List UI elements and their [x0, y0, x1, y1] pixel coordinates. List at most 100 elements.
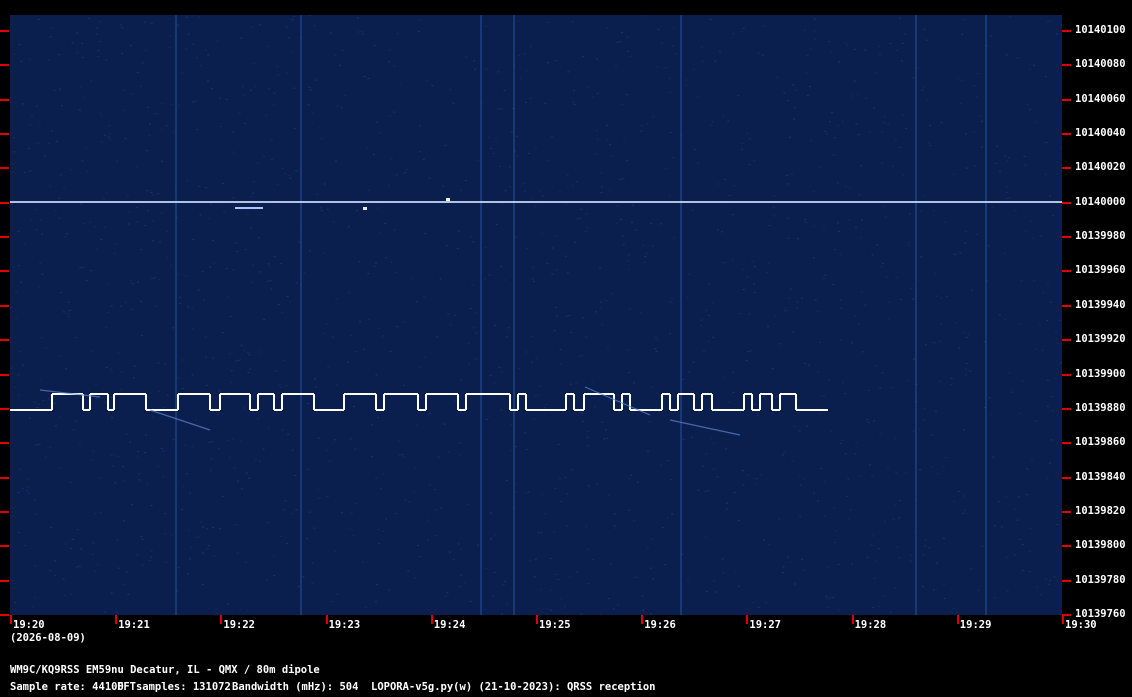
noise-speck — [233, 467, 236, 469]
noise-speck — [609, 190, 612, 192]
noise-speck — [162, 476, 164, 478]
noise-speck — [650, 386, 653, 388]
noise-speck — [641, 595, 644, 597]
noise-speck — [899, 17, 902, 19]
noise-speck — [1034, 420, 1037, 422]
noise-speck — [912, 358, 915, 360]
noise-speck — [988, 397, 991, 399]
noise-speck — [398, 440, 401, 442]
noise-speck — [609, 144, 611, 146]
noise-speck — [239, 609, 242, 611]
noise-speck — [870, 544, 872, 546]
noise-speck — [352, 535, 355, 537]
noise-speck — [286, 543, 289, 544]
noise-speck — [354, 351, 357, 352]
noise-speck — [530, 198, 533, 200]
noise-speck — [540, 531, 543, 533]
noise-speck — [171, 103, 174, 105]
noise-speck — [201, 271, 204, 273]
noise-speck — [534, 395, 537, 397]
noise-speck — [127, 223, 130, 225]
noise-speck — [752, 602, 755, 604]
noise-speck — [168, 46, 171, 48]
noise-speck — [326, 449, 329, 451]
noise-speck — [378, 327, 381, 329]
noise-speck — [1055, 33, 1058, 35]
noise-speck — [786, 183, 789, 185]
time-tick-mark — [536, 615, 538, 624]
noise-speck — [418, 19, 421, 21]
noise-speck — [636, 481, 639, 483]
noise-speck — [490, 538, 492, 540]
noise-speck — [103, 134, 106, 136]
noise-speck — [656, 339, 659, 341]
noise-speck — [671, 298, 674, 300]
noise-speck — [459, 442, 462, 444]
noise-speck — [869, 464, 872, 466]
noise-speck — [788, 174, 791, 176]
noise-speck — [371, 424, 374, 426]
noise-speck — [796, 301, 799, 303]
noise-speck — [575, 218, 578, 220]
noise-speck — [323, 332, 326, 334]
noise-speck — [570, 469, 573, 471]
noise-speck — [1047, 583, 1050, 585]
noise-speck — [783, 451, 786, 453]
noise-speck — [368, 189, 371, 191]
noise-speck — [502, 584, 505, 585]
noise-speck — [707, 340, 710, 342]
noise-speck — [248, 477, 251, 479]
noise-speck — [285, 72, 288, 74]
noise-speck — [62, 311, 65, 313]
noise-speck — [759, 474, 762, 476]
noise-speck — [558, 191, 561, 193]
software-info: LOPORA-v5g.py(w) (21-10-2023): QRSS rece… — [371, 681, 656, 693]
noise-speck — [332, 442, 335, 444]
noise-speck — [939, 340, 941, 342]
noise-speck — [582, 317, 585, 319]
noise-speck — [501, 613, 503, 615]
noise-speck — [742, 484, 745, 486]
noise-speck — [384, 223, 387, 224]
noise-speck — [92, 450, 95, 452]
noise-speck — [38, 443, 41, 445]
noise-speck — [527, 491, 530, 493]
noise-speck — [188, 530, 191, 532]
noise-speck — [943, 583, 945, 585]
noise-speck — [223, 211, 226, 213]
noise-speck — [692, 68, 695, 70]
noise-speck — [367, 319, 370, 320]
noise-speck — [850, 563, 853, 565]
noise-speck — [812, 191, 815, 193]
noise-speck — [765, 602, 767, 604]
noise-speck — [841, 120, 844, 122]
noise-speck — [198, 185, 201, 187]
noise-speck — [640, 130, 643, 132]
noise-speck — [92, 542, 95, 544]
noise-speck — [711, 302, 714, 304]
freq-tick-label: 10140060 — [1075, 92, 1126, 105]
noise-speck — [793, 118, 795, 120]
time-tick-mark — [746, 615, 749, 624]
freq-tick-label: 10140080 — [1075, 58, 1126, 71]
noise-speck — [924, 539, 927, 541]
noise-speck — [494, 324, 496, 326]
noise-speck — [229, 315, 232, 317]
time-tick-mark — [430, 615, 433, 624]
noise-speck — [549, 609, 552, 611]
noise-speck — [254, 85, 257, 87]
noise-speck — [505, 336, 508, 338]
noise-speck — [1048, 462, 1051, 464]
noise-speck — [499, 165, 502, 167]
noise-speck — [737, 95, 740, 97]
noise-speck — [741, 142, 744, 144]
noise-speck — [81, 42, 84, 44]
noise-speck — [376, 207, 379, 209]
noise-speck — [444, 595, 447, 597]
noise-speck — [905, 128, 908, 130]
noise-speck — [839, 253, 842, 255]
noise-speck — [969, 370, 972, 372]
noise-speck — [601, 186, 603, 188]
noise-speck — [68, 315, 71, 317]
noise-speck — [243, 349, 246, 351]
